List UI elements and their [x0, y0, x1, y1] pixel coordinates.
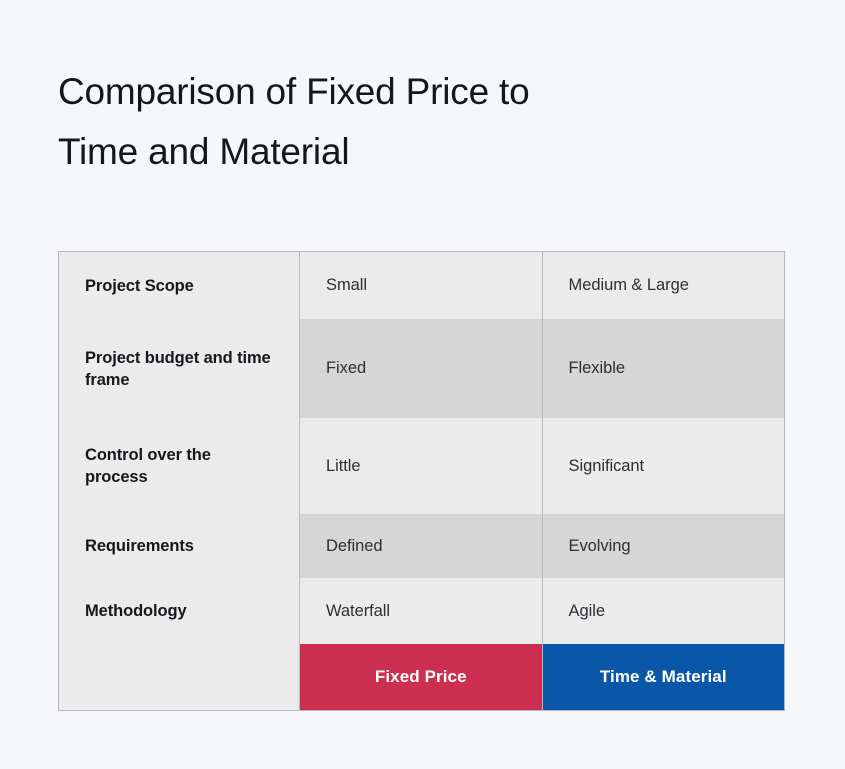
row-value-fixed-price: Waterfall [300, 578, 543, 644]
row-value-fixed-price: Fixed [300, 319, 543, 418]
row-label-methodology: Methodology [59, 578, 300, 644]
row-value-time-material: Flexible [542, 319, 784, 418]
footer-spacer [59, 644, 300, 710]
row-label-control-over-the-process: Control over the process [59, 418, 300, 514]
table-row: Methodology Waterfall Agile [59, 578, 784, 644]
row-value-time-material: Evolving [542, 514, 784, 578]
comparison-table: Project Scope Small Medium & Large Proje… [58, 251, 785, 711]
row-value-fixed-price: Little [300, 418, 543, 514]
page-title-line-2: Time and Material [58, 131, 350, 172]
table-footer: Fixed Price Time & Material [59, 644, 784, 710]
row-label-requirements: Requirements [59, 514, 300, 578]
row-label-project-scope: Project Scope [59, 252, 300, 319]
row-value-time-material: Agile [542, 578, 784, 644]
page-title: Comparison of Fixed Price to Time and Ma… [58, 62, 698, 182]
table-row: Control over the process Little Signific… [59, 418, 784, 514]
page-title-line-1: Comparison of Fixed Price to [58, 71, 530, 112]
footer-header-time-material: Time & Material [542, 644, 784, 710]
table-row: Project Scope Small Medium & Large [59, 252, 784, 319]
row-value-fixed-price: Defined [300, 514, 543, 578]
table-row: Requirements Defined Evolving [59, 514, 784, 578]
row-label-project-budget-and-time-frame: Project budget and time frame [59, 319, 300, 418]
footer-header-fixed-price: Fixed Price [300, 644, 543, 710]
comparison-table-body: Project Scope Small Medium & Large Proje… [59, 252, 784, 644]
row-value-fixed-price: Small [300, 252, 543, 319]
row-value-time-material: Medium & Large [542, 252, 784, 319]
table-row: Project budget and time frame Fixed Flex… [59, 319, 784, 418]
row-value-time-material: Significant [542, 418, 784, 514]
page-root: Comparison of Fixed Price to Time and Ma… [0, 0, 845, 769]
